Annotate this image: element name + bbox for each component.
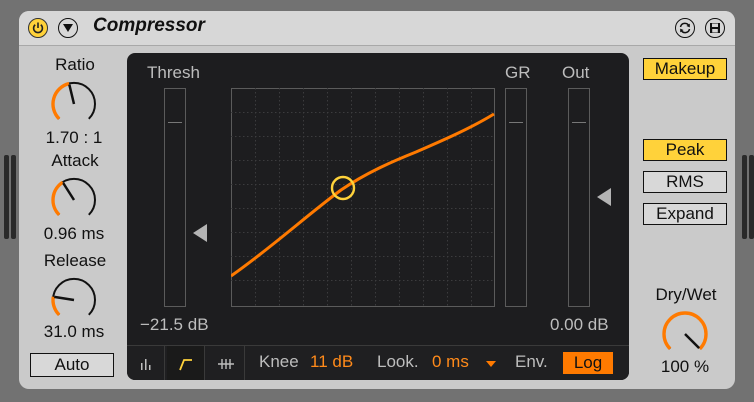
left-drag-handle-2[interactable] bbox=[11, 155, 16, 239]
ratio-knob[interactable] bbox=[47, 77, 101, 131]
tab-sidechain-view[interactable] bbox=[207, 346, 245, 380]
lookahead-label: Look. bbox=[377, 352, 419, 371]
expand-mode-button[interactable]: Expand bbox=[643, 203, 727, 225]
release-knob-fill bbox=[51, 296, 61, 317]
display-bottom-bar: Knee 11 dB Look. 0 ms Env. Log bbox=[127, 345, 629, 380]
compressor-device: Compressor Ratio 1.70 : 1 Attack 0.96 ms… bbox=[19, 11, 735, 389]
peak-mode-button[interactable]: Peak bbox=[643, 139, 727, 161]
drywet-knob[interactable] bbox=[658, 307, 712, 361]
attack-knob[interactable] bbox=[47, 173, 101, 227]
left-drag-handle[interactable] bbox=[4, 155, 9, 239]
attack-value[interactable]: 0.96 ms bbox=[19, 224, 129, 244]
compressor-display: Thresh GR Out −21.5 dB 0.00 dB Knee 11 d… bbox=[127, 53, 629, 380]
out-label: Out bbox=[562, 63, 590, 82]
lookahead-dropdown-arrow-icon[interactable] bbox=[486, 361, 496, 368]
sidechain-eq-icon bbox=[217, 358, 234, 369]
threshold-meter[interactable] bbox=[164, 88, 186, 307]
attack-label: Attack bbox=[51, 151, 99, 170]
knee-value[interactable]: 11 dB bbox=[310, 352, 353, 372]
envelope-label: Env. bbox=[515, 352, 548, 371]
thresh-label: Thresh bbox=[147, 63, 200, 82]
drywet-knob-fill bbox=[662, 311, 708, 351]
hot-swap-icon bbox=[679, 22, 691, 34]
attack-knob-pointer bbox=[62, 182, 76, 201]
release-knob-pointer bbox=[54, 295, 75, 302]
rms-mode-button[interactable]: RMS bbox=[643, 171, 727, 193]
output-gain-value[interactable]: 0.00 dB bbox=[550, 315, 609, 335]
device-title: Compressor bbox=[93, 15, 205, 36]
lookahead-value[interactable]: 0 ms bbox=[432, 352, 469, 372]
makeup-button[interactable]: Makeup bbox=[643, 58, 727, 80]
output-meter[interactable] bbox=[568, 88, 590, 307]
ratio-value[interactable]: 1.70 : 1 bbox=[19, 128, 129, 148]
envelope-mode-toggle[interactable]: Log bbox=[563, 352, 613, 374]
gr-meter-marker bbox=[509, 122, 523, 123]
collapse-device-button[interactable] bbox=[58, 18, 78, 38]
save-preset-button[interactable] bbox=[705, 18, 725, 38]
right-drag-handle-2[interactable] bbox=[749, 155, 754, 239]
transfer-curve-graph[interactable] bbox=[231, 88, 495, 307]
release-label: Release bbox=[43, 251, 107, 270]
knee-label: Knee bbox=[259, 352, 299, 371]
ratio-knob-fill bbox=[51, 81, 70, 121]
drywet-knob-pointer bbox=[684, 333, 701, 350]
output-gain-slider-handle[interactable] bbox=[597, 188, 611, 206]
threshold-meter-peak-marker bbox=[168, 122, 182, 123]
threshold-slider-handle[interactable] bbox=[193, 224, 207, 242]
drywet-value[interactable]: 100 % bbox=[630, 357, 735, 377]
release-value[interactable]: 31.0 ms bbox=[19, 322, 129, 342]
drywet-label: Dry/Wet bbox=[655, 285, 717, 304]
ratio-knob-pointer bbox=[68, 84, 76, 105]
ratio-label: Ratio bbox=[55, 55, 95, 74]
release-knob[interactable] bbox=[47, 273, 101, 327]
power-icon bbox=[32, 22, 44, 34]
save-preset-icon bbox=[710, 23, 720, 33]
output-meter-peak-marker bbox=[572, 122, 586, 123]
right-drag-handle[interactable] bbox=[742, 155, 747, 239]
device-title-bar[interactable]: Compressor bbox=[19, 11, 735, 46]
device-power-button[interactable] bbox=[28, 18, 48, 38]
tab-activity-view[interactable] bbox=[127, 346, 165, 380]
curve-icon bbox=[178, 358, 192, 370]
threshold-value[interactable]: −21.5 dB bbox=[140, 315, 209, 335]
auto-release-button[interactable]: Auto bbox=[30, 353, 114, 377]
gr-label: GR bbox=[505, 63, 531, 82]
tab-curve-view[interactable] bbox=[167, 346, 205, 380]
attack-knob-fill bbox=[51, 180, 64, 217]
gain-reduction-meter bbox=[505, 88, 527, 307]
triangle-down-icon bbox=[63, 24, 73, 32]
hot-swap-button[interactable] bbox=[675, 18, 695, 38]
bar-meter-icon bbox=[140, 358, 150, 370]
